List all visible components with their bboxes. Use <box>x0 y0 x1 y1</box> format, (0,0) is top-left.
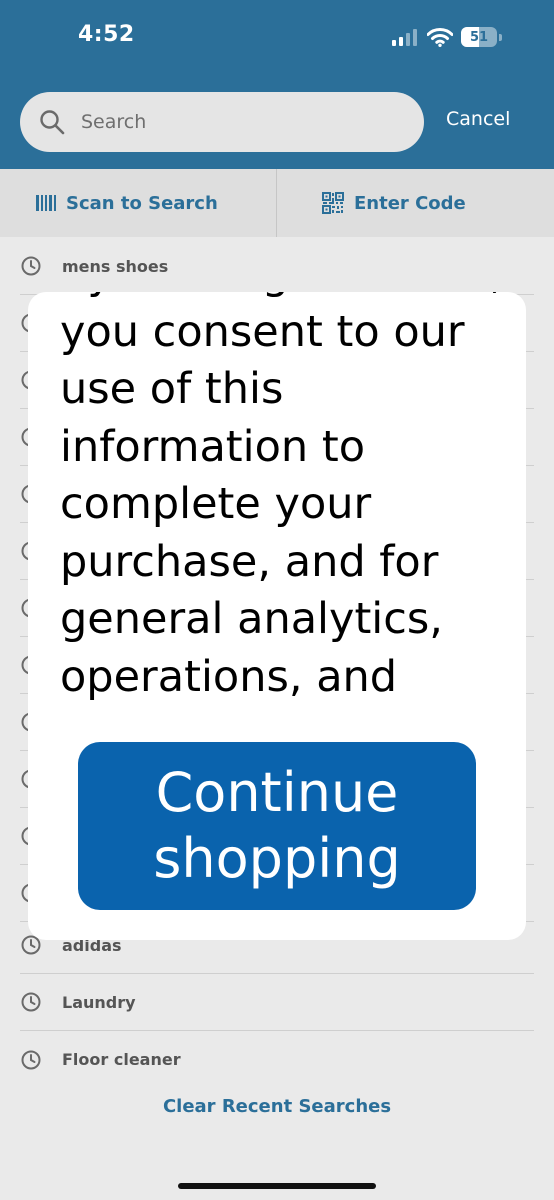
clear-recent-searches-button[interactable]: Clear Recent Searches <box>0 1096 554 1117</box>
battery-level: 51 <box>469 29 489 45</box>
clock-icon <box>21 1050 41 1069</box>
recent-search-label: Laundry <box>62 992 136 1012</box>
clock-icon <box>21 256 41 276</box>
modal-scroll-area[interactable]: by clicking continue, you consent to our… <box>28 292 526 710</box>
action-divider <box>276 169 277 237</box>
home-indicator <box>178 1183 376 1189</box>
wifi-icon <box>427 27 453 47</box>
clock-icon <box>21 992 41 1012</box>
recent-search-label: Floor cleaner <box>62 1050 181 1069</box>
consent-modal: by clicking continue, you consent to our… <box>28 292 526 940</box>
app-header: 4:52 51 Cancel <box>0 0 554 169</box>
search-bar[interactable] <box>20 92 424 152</box>
barcode-icon <box>36 195 56 211</box>
search-input[interactable] <box>79 110 383 134</box>
status-time: 4:52 <box>78 22 135 47</box>
recent-search-label: mens shoes <box>62 256 169 276</box>
battery-icon: 51 <box>461 27 497 47</box>
enter-code-button[interactable]: Enter Code <box>322 169 466 237</box>
magnifier-icon <box>40 110 65 135</box>
recent-search-item[interactable]: mens shoes <box>20 238 534 295</box>
battery-nub <box>499 33 502 41</box>
recent-search-item[interactable]: Laundry <box>20 974 534 1031</box>
search-actions-bar: Scan to Search Enter Code <box>0 169 554 237</box>
status-icons: 51 <box>392 25 502 49</box>
qr-code-icon <box>322 192 344 214</box>
continue-shopping-button[interactable]: Continue shopping <box>78 742 476 910</box>
scan-to-search-button[interactable]: Scan to Search <box>36 169 218 237</box>
enter-code-label: Enter Code <box>354 192 466 214</box>
consent-text: by clicking continue, you consent to our… <box>60 292 503 710</box>
cellular-signal-icon <box>392 28 417 46</box>
recent-search-item[interactable]: Floor cleaner <box>20 1031 534 1088</box>
scan-to-search-label: Scan to Search <box>66 192 218 214</box>
cancel-button[interactable]: Cancel <box>446 108 510 130</box>
